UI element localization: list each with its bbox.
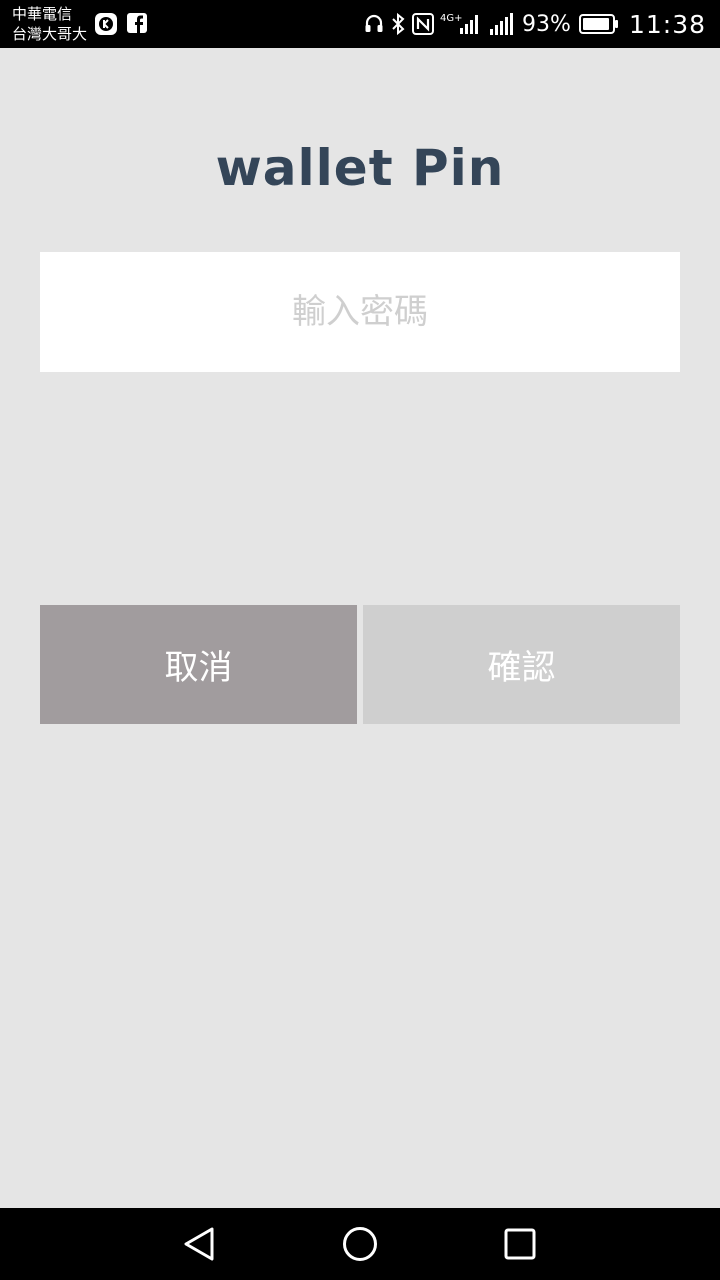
- facebook-icon: [126, 12, 148, 40]
- signal-icon: [488, 12, 514, 36]
- clock: 11:38: [628, 9, 706, 39]
- carrier-primary: 中華電信: [12, 5, 73, 23]
- kkbox-icon: [94, 12, 118, 40]
- navigation-bar: [0, 1208, 720, 1280]
- confirm-button-label: 確認: [487, 648, 556, 688]
- pin-input[interactable]: [40, 252, 680, 372]
- recents-button[interactable]: [502, 1226, 538, 1262]
- svg-text:4G+: 4G+: [440, 13, 463, 24]
- carrier-labels: 中華電信 台灣大哥大: [12, 4, 87, 44]
- back-icon: [184, 1227, 214, 1261]
- app-logo: wallet Pin: [215, 139, 505, 197]
- notification-icons: [94, 12, 148, 40]
- headset-icon: [364, 13, 384, 35]
- screen: 中華電信 台灣大哥大 4G+ 93% 11:38 wallet Pin 取消 確…: [0, 0, 720, 1280]
- home-button[interactable]: [342, 1226, 378, 1262]
- battery-percent: 93%: [522, 11, 571, 37]
- carrier-secondary: 台灣大哥大: [12, 25, 88, 43]
- cancel-button-label: 取消: [164, 648, 233, 688]
- recents-icon: [504, 1228, 536, 1260]
- system-icons: 4G+ 93% 11:38: [364, 0, 706, 48]
- home-icon: [343, 1227, 377, 1261]
- cancel-button[interactable]: 取消: [40, 605, 357, 724]
- confirm-button[interactable]: 確認: [363, 605, 680, 724]
- signal-4g-icon: 4G+: [440, 11, 482, 37]
- battery-icon: [578, 13, 619, 35]
- status-bar: 中華電信 台灣大哥大 4G+ 93% 11:38: [0, 0, 720, 48]
- back-button[interactable]: [182, 1226, 218, 1262]
- nfc-icon: [412, 13, 435, 35]
- bluetooth-icon: [390, 12, 406, 36]
